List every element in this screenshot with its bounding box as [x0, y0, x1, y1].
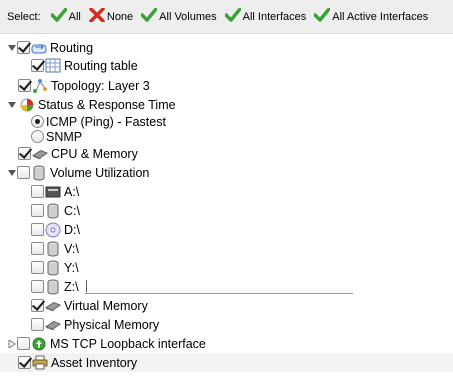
volume-c-checkbox[interactable] — [31, 204, 44, 217]
select-all-label: All — [68, 10, 81, 23]
snmp-radio[interactable] — [31, 130, 44, 143]
text-cursor — [86, 280, 87, 292]
table-grid-icon — [45, 58, 61, 74]
volume-utilization-label: Volume Utilization — [50, 165, 150, 180]
select-all-interfaces-button[interactable]: All Interfaces — [223, 7, 307, 25]
volume-c-label: C:\ — [64, 203, 80, 218]
routing-icon — [31, 40, 47, 56]
select-all-volumes-button[interactable]: All Volumes — [140, 7, 217, 25]
disk-cylinder-icon — [45, 203, 61, 219]
tree-node-volume-c: C:\ — [31, 201, 80, 220]
floppy-drive-icon — [45, 184, 61, 200]
volume-y-checkbox[interactable] — [31, 261, 44, 274]
virtual-memory-checkbox[interactable] — [31, 299, 44, 312]
printer-inventory-icon — [32, 355, 48, 371]
tree-node-routing-table: Routing table — [31, 56, 138, 75]
physical-memory-checkbox[interactable] — [31, 318, 44, 331]
green-check-icon — [223, 7, 243, 25]
volume-z-checkbox[interactable] — [31, 280, 44, 293]
tree-node-volume-utilization: Volume Utilization — [7, 163, 149, 182]
disk-cylinder-icon — [45, 279, 61, 295]
asset-inventory-label: Asset Inventory — [51, 355, 138, 370]
select-all-interfaces-label: All Interfaces — [242, 10, 307, 23]
tree-node-topology: Topology: Layer 3 — [18, 76, 150, 95]
disk-cylinder-icon — [31, 165, 47, 181]
volume-d-checkbox[interactable] — [31, 223, 44, 236]
snmp-label: SNMP — [46, 129, 83, 144]
volume-v-label: V:\ — [64, 241, 79, 256]
status-indicator-icon — [19, 97, 35, 113]
select-all-volumes-label: All Volumes — [159, 10, 217, 23]
tree-node-routing: Routing — [7, 38, 93, 57]
volume-d-label: D:\ — [64, 222, 80, 237]
memory-chip-icon — [32, 146, 48, 162]
ms-tcp-loopback-label: MS TCP Loopback interface — [50, 336, 206, 351]
expand-toggle-down-icon[interactable] — [7, 43, 16, 52]
expand-toggle-right-icon[interactable] — [7, 339, 16, 348]
selection-toolbar: Select: All None All Volumes All Interfa… — [0, 0, 453, 34]
topology-icon — [32, 78, 48, 94]
ms-tcp-loopback-checkbox[interactable] — [17, 337, 30, 350]
topology-checkbox[interactable] — [18, 79, 31, 92]
volume-v-checkbox[interactable] — [31, 242, 44, 255]
tree-node-volume-v: V:\ — [31, 239, 79, 258]
red-x-icon — [89, 7, 107, 25]
green-check-icon — [140, 7, 159, 25]
select-all-button[interactable]: All — [49, 7, 81, 25]
tree-node-virtual-memory: Virtual Memory — [31, 296, 148, 315]
routing-label: Routing — [50, 40, 94, 55]
tree-node-volume-a: A:\ — [31, 182, 79, 201]
interface-up-icon — [31, 336, 47, 352]
expand-toggle-down-icon[interactable] — [7, 100, 16, 109]
tree-node-ms-tcp-loopback: MS TCP Loopback interface — [7, 334, 206, 353]
tree-node-physical-memory: Physical Memory — [31, 315, 159, 334]
tree-node-volume-z: Z:\ — [31, 277, 79, 296]
volume-y-label: Y:\ — [64, 260, 79, 275]
tree-node-asset-inventory: Asset Inventory — [18, 353, 137, 372]
routing-table-checkbox[interactable] — [31, 59, 44, 72]
tree-node-volume-d: D:\ — [31, 220, 80, 239]
separator-line — [85, 293, 353, 294]
green-check-icon — [49, 7, 69, 25]
memory-chip-icon — [45, 298, 61, 314]
expand-toggle-down-icon[interactable] — [7, 168, 16, 177]
tree-node-volume-y: Y:\ — [31, 258, 79, 277]
volume-z-label: Z:\ — [64, 279, 79, 294]
volume-utilization-checkbox[interactable] — [17, 166, 30, 179]
virtual-memory-label: Virtual Memory — [64, 298, 148, 313]
tree-node-cpu-memory: CPU & Memory — [18, 144, 138, 163]
select-none-button[interactable]: None — [89, 7, 134, 25]
disk-cylinder-icon — [45, 260, 61, 276]
memory-chip-icon — [45, 317, 61, 333]
topology-label: Topology: Layer 3 — [51, 78, 150, 93]
select-none-label: None — [106, 10, 134, 23]
cpu-memory-label: CPU & Memory — [51, 146, 138, 161]
status-label: Status & Response Time — [38, 97, 176, 112]
disk-cylinder-icon — [45, 241, 61, 257]
physical-memory-label: Physical Memory — [64, 317, 160, 332]
volume-a-label: A:\ — [64, 184, 80, 199]
asset-inventory-checkbox[interactable] — [18, 356, 31, 369]
cd-disc-icon — [45, 222, 61, 238]
green-check-icon — [313, 7, 332, 25]
volume-a-checkbox[interactable] — [31, 185, 44, 198]
select-all-active-interfaces-button[interactable]: All Active Interfaces — [313, 7, 429, 25]
routing-table-label: Routing table — [64, 58, 138, 73]
cpu-memory-checkbox[interactable] — [18, 147, 31, 160]
select-label: Select: — [7, 10, 41, 23]
select-all-active-interfaces-label: All Active Interfaces — [332, 10, 429, 23]
routing-checkbox[interactable] — [17, 41, 30, 54]
